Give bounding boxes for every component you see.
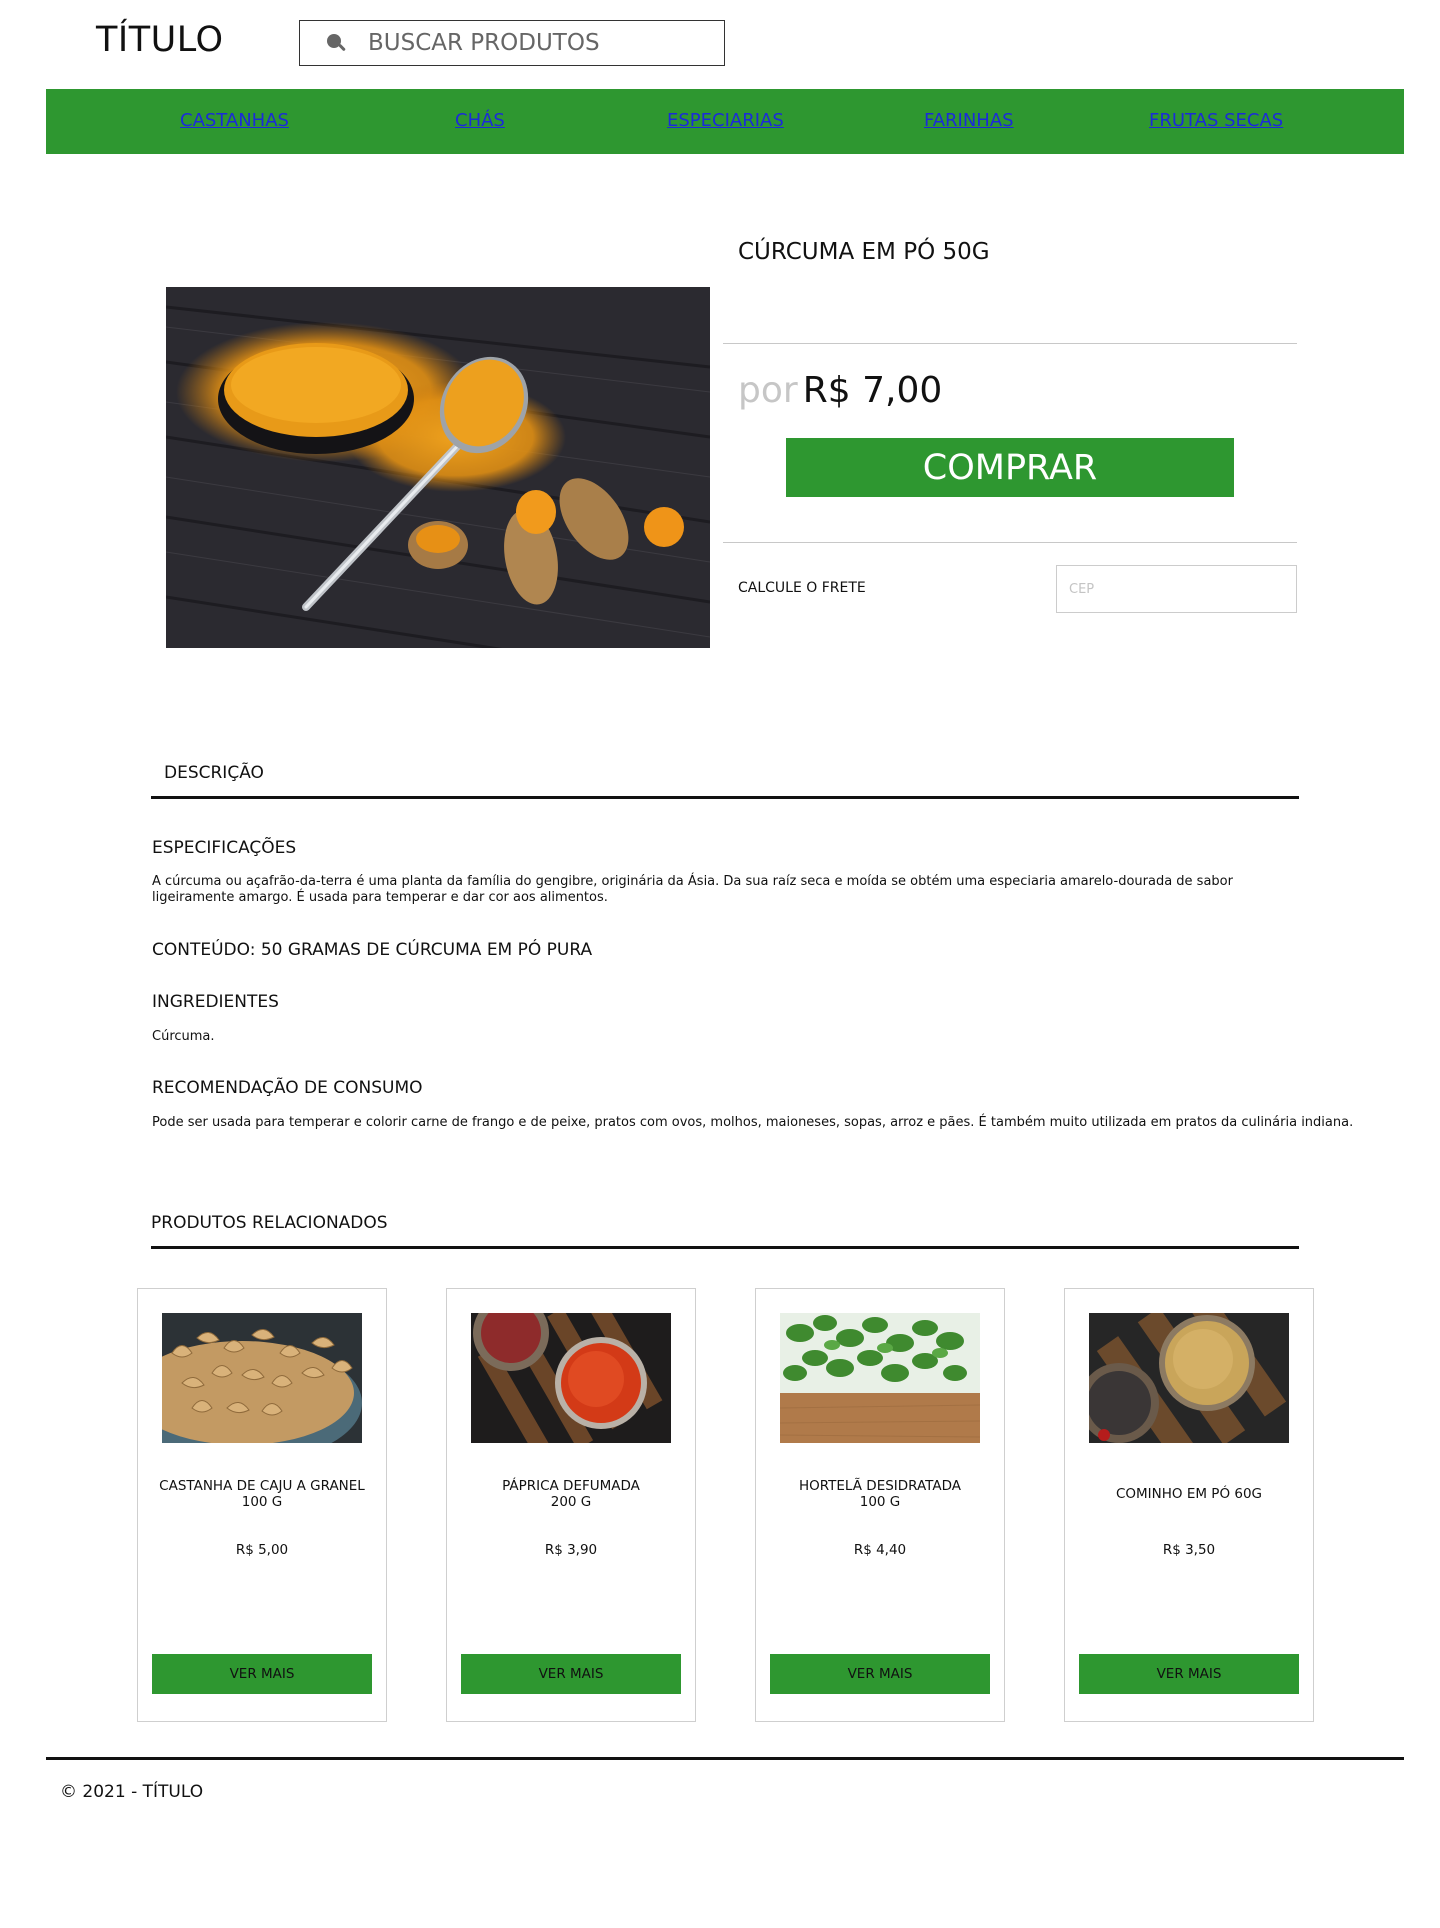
product-price: R$ 4,40 — [853, 1542, 907, 1558]
product-thumbnail[interactable] — [780, 1313, 980, 1443]
shipping-label: CALCULE O FRETE — [738, 580, 866, 596]
nav-link-castanhas[interactable]: CASTANHAS — [180, 110, 289, 131]
ver-mais-button[interactable]: VER MAIS — [152, 1654, 372, 1694]
category-nav: CASTANHAS CHÁS ESPECIARIAS FARINHAS FRUT… — [46, 89, 1404, 154]
product-card: HORTELÃ DESIDRATADA 100 G R$ 4,40 VER MA… — [755, 1288, 1005, 1722]
price-line: por R$ 7,00 — [738, 370, 942, 411]
spec-text: A cúrcuma ou açafrão-da-terra é uma plan… — [152, 874, 1233, 905]
search-input[interactable] — [368, 30, 708, 56]
product-thumbnail[interactable] — [162, 1313, 362, 1443]
product-name: PÁPRICA DEFUMADA 200 G — [502, 1478, 640, 1510]
ingredients-text: Cúrcuma. — [152, 1029, 215, 1044]
product-name: HORTELÃ DESIDRATADA 100 G — [798, 1478, 962, 1510]
nav-link-farinhas[interactable]: FARINHAS — [924, 110, 1014, 131]
product-price: R$ 3,50 — [1162, 1542, 1216, 1558]
nav-link-frutas-secas[interactable]: FRUTAS SECAS — [1149, 110, 1283, 131]
ingredients-heading: INGREDIENTES — [152, 992, 279, 1012]
product-thumbnail[interactable] — [471, 1313, 671, 1443]
related-heading: PRODUTOS RELACIONADOS — [151, 1213, 388, 1233]
price-prefix: por — [738, 370, 798, 411]
nav-link-especiarias[interactable]: ESPECIARIAS — [667, 110, 784, 131]
product-card: CASTANHA DE CAJU A GRANEL 100 G R$ 5,00 … — [137, 1288, 387, 1722]
footer-rule — [46, 1757, 1404, 1760]
cep-input[interactable] — [1056, 565, 1297, 613]
spec-heading: ESPECIFICAÇÕES — [152, 838, 297, 858]
search-icon[interactable] — [324, 31, 348, 55]
product-card: COMINHO EM PÓ 60G R$ 3,50 VER MAIS — [1064, 1288, 1314, 1722]
product-card: PÁPRICA DEFUMADA 200 G R$ 3,90 VER MAIS — [446, 1288, 696, 1722]
product-price: R$ 7,00 — [802, 370, 943, 411]
section-rule — [151, 796, 1299, 799]
product-price: R$ 3,90 — [544, 1542, 598, 1558]
search-box[interactable] — [299, 20, 725, 66]
product-price: R$ 5,00 — [235, 1542, 289, 1558]
product-name: COMINHO EM PÓ 60G — [1115, 1486, 1262, 1502]
buy-button[interactable]: COMPRAR — [786, 438, 1234, 497]
site-title: TÍTULO — [96, 20, 224, 60]
ver-mais-button[interactable]: VER MAIS — [770, 1654, 990, 1694]
tab-descricao[interactable]: DESCRIÇÃO — [164, 763, 264, 783]
product-image — [166, 287, 710, 648]
ver-mais-button[interactable]: VER MAIS — [461, 1654, 681, 1694]
nav-link-chas[interactable]: CHÁS — [455, 110, 505, 131]
divider — [723, 343, 1297, 344]
recommendation-text: Pode ser usada para temperar e colorir c… — [152, 1115, 1354, 1130]
recommendation-heading: RECOMENDAÇÃO DE CONSUMO — [152, 1078, 423, 1098]
product-thumbnail[interactable] — [1089, 1313, 1289, 1443]
ver-mais-button[interactable]: VER MAIS — [1079, 1654, 1299, 1694]
section-rule — [151, 1246, 1299, 1249]
divider — [723, 542, 1297, 543]
product-title: CÚRCUMA EM PÓ 50G — [738, 239, 990, 265]
footer-copyright: © 2021 - TÍTULO — [60, 1782, 204, 1802]
product-name: CASTANHA DE CAJU A GRANEL 100 G — [159, 1478, 365, 1510]
content-heading: CONTEÚDO: 50 GRAMAS DE CÚRCUMA EM PÓ PUR… — [152, 940, 593, 960]
